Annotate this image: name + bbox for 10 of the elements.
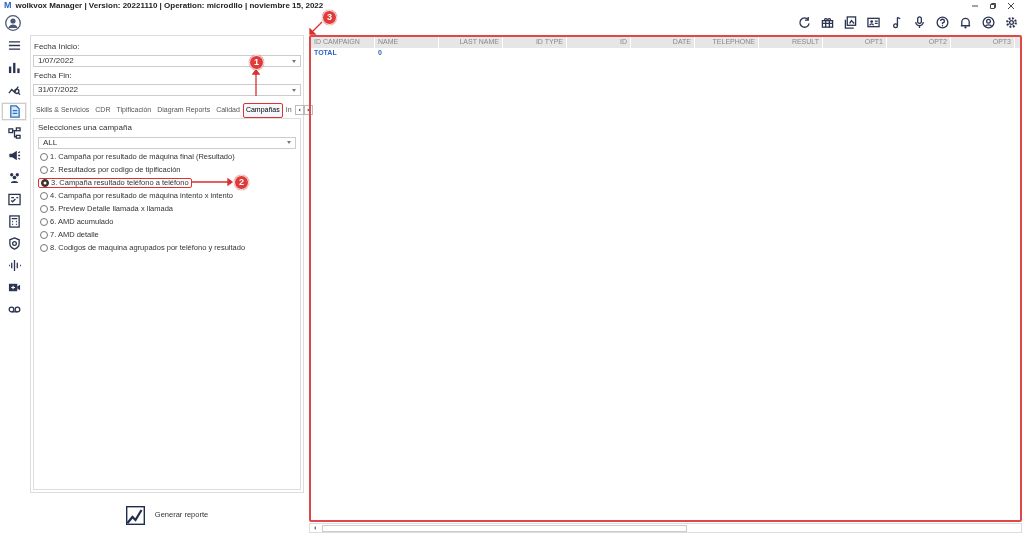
step-marker: 2	[234, 175, 249, 190]
field-label: Fecha Inicio:	[34, 41, 81, 53]
field-label: Selecciones una campaña	[38, 121, 133, 134]
date-dropdown[interactable]: 31/07/2022	[33, 84, 301, 96]
field-label: Fecha Fin:	[34, 70, 73, 82]
step-marker: 3	[322, 10, 337, 25]
window-title: wolkvox Manager | Version: 20221110 | Operation: microdllo | noviembre 15, 2022	[15, 0, 324, 12]
app-logo: M	[4, 0, 12, 13]
campaign-dropdown[interactable]: ALL	[38, 136, 296, 149]
step-marker: 1	[249, 55, 264, 70]
